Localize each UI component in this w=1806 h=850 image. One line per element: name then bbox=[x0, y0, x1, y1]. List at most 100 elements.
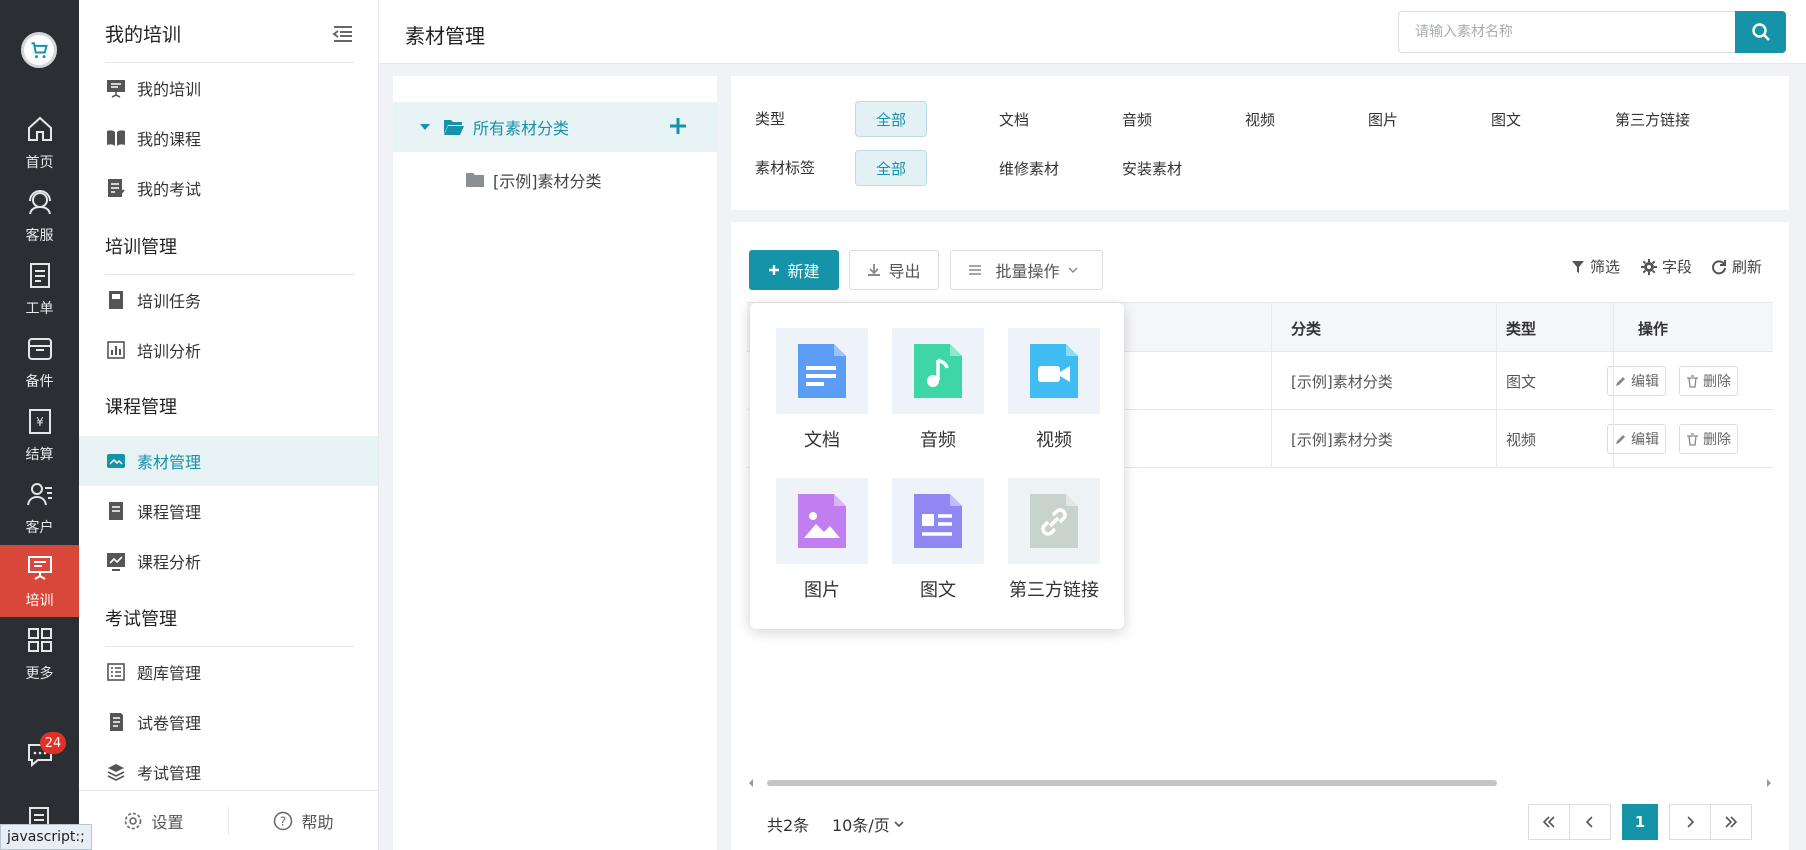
book-icon bbox=[105, 127, 127, 149]
rail-label: 客服 bbox=[25, 228, 54, 244]
settings-button[interactable]: 设置 bbox=[79, 809, 228, 833]
filter-link[interactable]: 筛选 bbox=[1571, 256, 1620, 277]
app-logo-icon[interactable] bbox=[21, 32, 57, 68]
help-button[interactable]: ? 帮助 bbox=[229, 809, 378, 833]
type-option-image[interactable]: 图片 bbox=[1368, 101, 1398, 137]
batch-operation-dropdown[interactable]: 批量操作 bbox=[950, 250, 1103, 290]
menu-item-training-tasks[interactable]: 培训任务 bbox=[79, 275, 378, 325]
last-page-button[interactable] bbox=[1710, 804, 1752, 840]
menu-item-paper-mgmt[interactable]: 试卷管理 bbox=[79, 697, 378, 747]
page-header: 素材管理 bbox=[379, 0, 1806, 64]
edit-label: 编辑 bbox=[1631, 432, 1659, 448]
fields-link[interactable]: 字段 bbox=[1641, 256, 1692, 277]
column-header-category[interactable]: 分类 bbox=[1291, 303, 1321, 353]
horizontal-scrollbar[interactable] bbox=[747, 778, 1773, 788]
help-icon: ? bbox=[274, 811, 293, 830]
tree-child-node[interactable]: [示例]素材分类 bbox=[465, 160, 602, 200]
add-category-icon[interactable] bbox=[667, 115, 689, 137]
type-option-third-party-link[interactable]: 第三方链接 bbox=[1615, 101, 1690, 137]
menu-item-my-exams[interactable]: 我的考试 bbox=[79, 163, 378, 213]
search-button[interactable] bbox=[1735, 11, 1786, 53]
next-page-button[interactable] bbox=[1669, 804, 1711, 840]
task-book-icon bbox=[105, 289, 127, 311]
tag-option-all[interactable]: 全部 bbox=[855, 150, 927, 186]
rail-item-training[interactable]: 培训 bbox=[0, 545, 79, 617]
menu-item-course-manage[interactable]: 课程管理 bbox=[79, 486, 378, 536]
search-input[interactable] bbox=[1398, 11, 1737, 53]
new-document-option[interactable]: 文档 bbox=[774, 328, 870, 452]
new-image-option[interactable]: 图片 bbox=[774, 478, 870, 602]
prev-page-button[interactable] bbox=[1569, 804, 1611, 840]
menu-item-question-bank[interactable]: 题库管理 bbox=[79, 647, 378, 697]
column-header-action: 操作 bbox=[1637, 319, 1668, 338]
rail-item-more[interactable]: 更多 bbox=[0, 618, 79, 690]
pencil-icon bbox=[1616, 434, 1625, 444]
type-option-article[interactable]: 图文 bbox=[1491, 101, 1521, 137]
line-chart-icon bbox=[105, 550, 127, 572]
page-size-select[interactable]: 10条/页 bbox=[832, 812, 904, 836]
rail-item-settlement[interactable]: ¥ 结算 bbox=[0, 399, 79, 471]
menu-group-title: 课程管理 bbox=[105, 397, 177, 418]
type-filter-label: 类型 bbox=[755, 110, 786, 128]
link-icon bbox=[1008, 478, 1100, 564]
layers-icon bbox=[105, 761, 127, 783]
edit-button[interactable]: 编辑 bbox=[1607, 424, 1666, 454]
option-label: 图文 bbox=[920, 580, 956, 601]
rail-item-service[interactable]: 客服 bbox=[0, 180, 79, 252]
new-button[interactable]: 新建 bbox=[749, 250, 839, 290]
new-video-option[interactable]: 视频 bbox=[1006, 328, 1102, 452]
rail-messages[interactable] bbox=[0, 720, 79, 792]
folder-icon bbox=[466, 173, 484, 187]
tag-option-repair[interactable]: 维修素材 bbox=[999, 150, 1059, 186]
option-label: 视频 bbox=[1036, 430, 1072, 451]
article-icon bbox=[892, 478, 984, 564]
type-option-audio[interactable]: 音频 bbox=[1122, 101, 1152, 137]
menu-footer: 设置 ? 帮助 bbox=[79, 790, 378, 850]
menu-item-training-analysis[interactable]: 培训分析 bbox=[79, 325, 378, 375]
option-label: 图片 bbox=[804, 580, 840, 601]
search-icon bbox=[1751, 23, 1770, 41]
menu-item-course-analysis[interactable]: 课程分析 bbox=[79, 536, 378, 586]
list-icon bbox=[105, 661, 127, 683]
funnel-icon bbox=[1572, 260, 1584, 273]
cell-type: 视频 bbox=[1506, 430, 1537, 449]
export-button[interactable]: 导出 bbox=[849, 250, 939, 290]
tag-option-install[interactable]: 安装素材 bbox=[1122, 150, 1182, 186]
rail-item-home[interactable]: 首页 bbox=[0, 107, 79, 179]
menu-item-my-training[interactable]: 我的培训 bbox=[79, 63, 378, 113]
rail-label: 结算 bbox=[25, 447, 54, 463]
refresh-link[interactable]: 刷新 bbox=[1711, 256, 1762, 277]
page-size-value: 10条/页 bbox=[832, 816, 890, 835]
menu-item-my-courses[interactable]: 我的课程 bbox=[79, 113, 378, 163]
rail-item-parts[interactable]: 备件 bbox=[0, 326, 79, 398]
type-option-video[interactable]: 视频 bbox=[1245, 101, 1275, 137]
column-divider bbox=[1496, 302, 1497, 468]
chevron-right-icon bbox=[1687, 816, 1694, 828]
rail-item-ticket[interactable]: 工单 bbox=[0, 253, 79, 325]
new-link-option[interactable]: 第三方链接 bbox=[1006, 478, 1102, 602]
rail-item-customer[interactable]: 客户 bbox=[0, 472, 79, 544]
receipt-icon: ¥ bbox=[25, 406, 55, 440]
delete-button[interactable]: 删除 bbox=[1679, 424, 1738, 454]
collapse-menu-icon[interactable] bbox=[332, 24, 354, 44]
menu-item-label: 我的培训 bbox=[137, 80, 202, 99]
gear-icon bbox=[125, 812, 142, 829]
new-audio-option[interactable]: 音频 bbox=[890, 328, 986, 452]
fields-link-label: 字段 bbox=[1662, 258, 1693, 276]
menu-item-material-mgmt[interactable]: 素材管理 bbox=[79, 436, 378, 486]
tree-root-node[interactable]: 所有素材分类 bbox=[393, 102, 717, 152]
type-option-document[interactable]: 文档 bbox=[999, 101, 1029, 137]
option-label: 文档 bbox=[804, 430, 840, 451]
paper-icon bbox=[105, 711, 127, 733]
first-page-button[interactable] bbox=[1528, 804, 1570, 840]
delete-button[interactable]: 删除 bbox=[1679, 366, 1738, 396]
column-header-type[interactable]: 类型 bbox=[1506, 303, 1536, 353]
page-number-button[interactable]: 1 bbox=[1622, 804, 1658, 840]
type-option-all[interactable]: 全部 bbox=[855, 101, 927, 137]
trash-icon bbox=[1687, 432, 1698, 446]
chevron-down-icon bbox=[1068, 267, 1077, 273]
new-article-option[interactable]: 图文 bbox=[890, 478, 986, 602]
edit-button[interactable]: 编辑 bbox=[1607, 366, 1666, 396]
scrollbar-thumb[interactable] bbox=[767, 780, 1497, 786]
headset-icon bbox=[25, 187, 55, 221]
